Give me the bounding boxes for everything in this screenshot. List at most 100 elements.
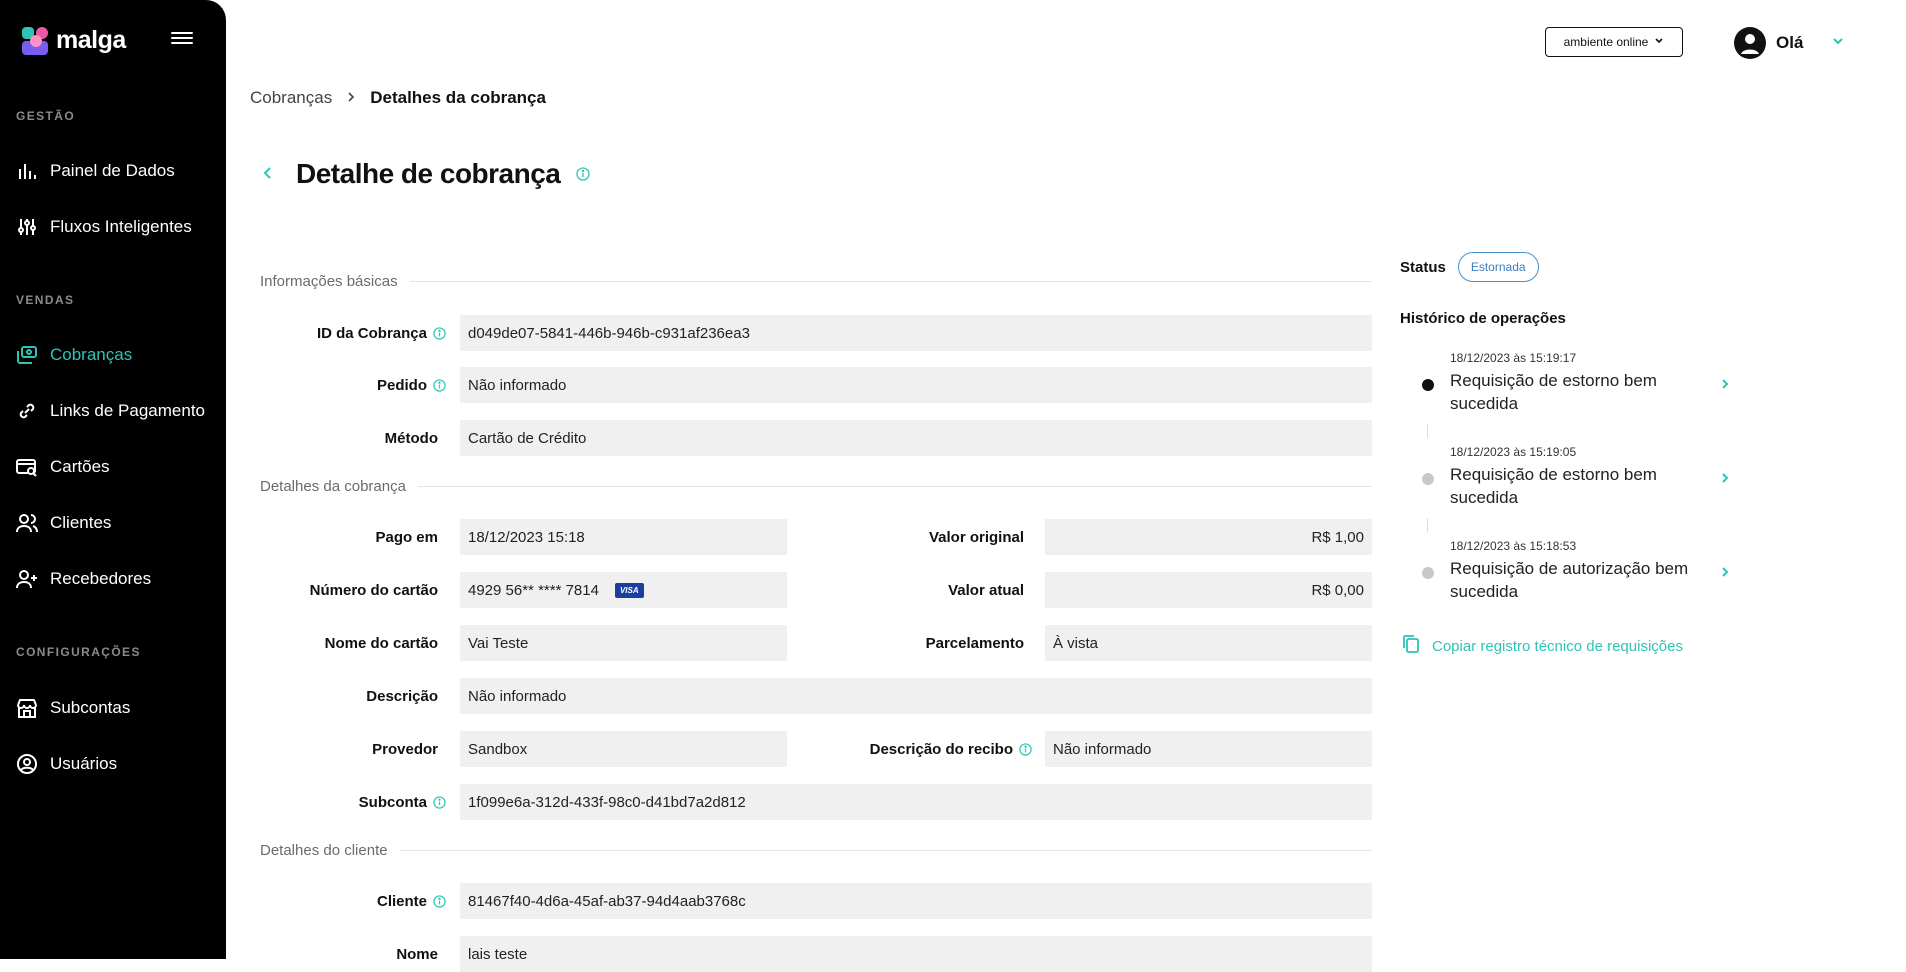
section-title: Detalhes da cobrança <box>260 478 406 495</box>
sidebar-section-vendas: VENDAS <box>16 293 75 307</box>
label-text: Descrição do recibo <box>869 740 1013 758</box>
sidebar-item-cobrancas[interactable]: Cobranças <box>16 344 132 366</box>
info-icon[interactable] <box>433 894 446 908</box>
breadcrumb: Cobranças Detalhes da cobrança <box>250 88 546 108</box>
sidebar-item-label: Links de Pagamento <box>50 401 205 420</box>
user-greeting: Olá <box>1776 33 1804 52</box>
current-value-field: R$ 0,00 <box>1045 572 1372 608</box>
field-label-description: Descrição <box>366 687 438 705</box>
history-text: Requisição de autorização bem sucedida <box>1450 559 1689 601</box>
sidebar-item-subcontas[interactable]: Subcontas <box>16 697 130 719</box>
history-connector <box>1427 518 1428 532</box>
copy-technical-log-label: Copiar registro técnico de requisições <box>1432 637 1683 655</box>
sidebar-item-label: Cobranças <box>50 345 133 364</box>
label-text: ID da Cobrança <box>316 324 427 342</box>
copy-technical-log-button[interactable]: Copiar registro técnico de requisições <box>1402 634 1683 658</box>
field-label-card-number: Número do cartão <box>309 581 438 599</box>
user-menu[interactable]: Olá <box>1734 27 1845 59</box>
description-field: Não informado <box>460 678 1372 714</box>
environment-select-value: ambiente online <box>1563 35 1649 49</box>
chevron-down-icon <box>1654 35 1664 49</box>
card-name-field: Vai Teste <box>460 625 787 661</box>
environment-select[interactable]: ambiente online <box>1545 27 1683 57</box>
visa-brand-icon: VISA <box>614 582 644 598</box>
field-label-customer: Cliente <box>260 883 446 919</box>
field-label-card-name: Nome do cartão <box>324 634 438 652</box>
label-text: Subconta <box>358 793 427 811</box>
field-label-current-value: Valor atual <box>948 581 1024 599</box>
name-field: lais teste <box>460 936 1372 972</box>
history-item[interactable]: 18/12/2023 às 15:18:53 Requisição de aut… <box>1400 539 1740 609</box>
history-title: Histórico de operações <box>1400 310 1566 327</box>
history-item[interactable]: 18/12/2023 às 15:19:17 Requisição de est… <box>1400 351 1740 421</box>
history-time: 18/12/2023 às 15:19:05 <box>1450 445 1577 459</box>
section-title: Informações básicas <box>260 273 398 290</box>
section-charge-details: Detalhes da cobrança <box>260 478 1372 495</box>
field-label-charge-id: ID da Cobrança <box>260 315 446 351</box>
field-label-name: Nome <box>396 945 438 963</box>
history-dot-icon <box>1422 379 1434 391</box>
status-badge: Estornada <box>1457 252 1539 282</box>
field-label-original-value: Valor original <box>928 528 1024 546</box>
breadcrumb-current: Detalhes da cobrança <box>370 88 546 107</box>
sidebar-section-configuracoes: CONFIGURAÇÕES <box>16 645 141 659</box>
status-row: Status Estornada <box>1400 252 1539 282</box>
info-icon[interactable] <box>1019 742 1032 756</box>
chevron-down-icon <box>1831 34 1845 53</box>
field-label-receipt-description: Descrição do recibo <box>820 731 1032 767</box>
malga-logo-icon <box>22 26 50 55</box>
link-icon <box>16 400 38 422</box>
sidebar-item-links-de-pagamento[interactable]: Links de Pagamento <box>16 400 205 422</box>
status-label: Status <box>1400 258 1446 276</box>
info-icon[interactable] <box>576 167 591 181</box>
card-search-icon <box>16 456 38 478</box>
order-field: Não informado <box>460 367 1372 403</box>
user-plus-icon <box>16 568 38 590</box>
field-label-order: Pedido <box>260 367 446 403</box>
history-connector <box>1427 424 1428 438</box>
breadcrumb-link-cobrancas[interactable]: Cobranças <box>250 88 332 108</box>
field-label-method: Método <box>384 429 438 447</box>
back-button[interactable] <box>262 161 280 187</box>
sidebar-item-label: Subcontas <box>50 698 131 717</box>
sidebar-item-fluxos-inteligentes[interactable]: Fluxos Inteligentes <box>16 216 192 238</box>
avatar <box>1734 27 1766 59</box>
field-label-subaccount: Subconta <box>260 784 446 820</box>
sidebar-item-usuarios[interactable]: Usuários <box>16 753 117 775</box>
section-basic-info: Informações básicas <box>260 273 1372 290</box>
receipt-description-field: Não informado <box>1045 731 1372 767</box>
sidebar-item-cartoes[interactable]: Cartões <box>16 456 110 478</box>
section-title: Detalhes do cliente <box>260 842 388 859</box>
history-item[interactable]: 18/12/2023 às 15:19:05 Requisição de est… <box>1400 445 1740 515</box>
chevron-right-icon <box>1720 563 1730 584</box>
chevron-right-icon <box>346 88 356 108</box>
field-label-provider: Provedor <box>372 740 438 758</box>
sidebar-item-label: Cartões <box>50 457 110 476</box>
sliders-icon <box>16 216 38 238</box>
sidebar-item-clientes[interactable]: Clientes <box>16 512 111 534</box>
installments-field: À vista <box>1045 625 1372 661</box>
field-label-installments: Parcelamento <box>925 634 1024 652</box>
menu-toggle-icon[interactable] <box>171 32 193 50</box>
info-icon[interactable] <box>433 378 446 392</box>
sidebar-item-recebedores[interactable]: Recebedores <box>16 568 151 590</box>
sidebar-item-label: Recebedores <box>50 569 152 588</box>
method-field: Cartão de Crédito <box>460 420 1372 456</box>
history-time: 18/12/2023 às 15:18:53 <box>1450 539 1577 553</box>
history-text: Requisição de estorno bem sucedida <box>1450 465 1657 507</box>
customer-field: 81467f40-4d6a-45af-ab37-94d4aab3768c <box>460 883 1372 919</box>
store-icon <box>16 697 38 719</box>
charge-id-field: d049de07-5841-446b-946b-c931af236ea3 <box>460 315 1372 351</box>
info-icon[interactable] <box>433 795 446 809</box>
original-value-field: R$ 1,00 <box>1045 519 1372 555</box>
section-customer-details: Detalhes do cliente <box>260 842 1372 859</box>
copy-icon <box>1402 634 1420 658</box>
page-title: Detalhe de cobrança <box>296 158 561 189</box>
sidebar-item-painel-de-dados[interactable]: Painel de Dados <box>16 160 175 182</box>
subaccount-field: 1f099e6a-312d-433f-98c0-d41bd7a2d812 <box>460 784 1372 820</box>
logo[interactable]: malga <box>22 26 126 55</box>
bar-chart-icon <box>16 160 38 182</box>
info-icon[interactable] <box>433 326 446 340</box>
users-icon <box>16 512 38 534</box>
sidebar-item-label: Fluxos Inteligentes <box>50 217 192 236</box>
